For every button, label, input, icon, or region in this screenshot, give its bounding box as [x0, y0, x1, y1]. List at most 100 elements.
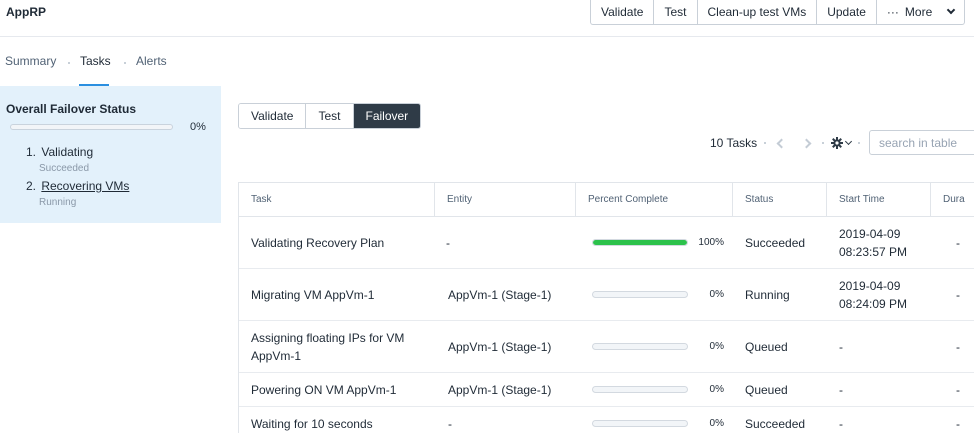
start-time-cell: - [839, 416, 843, 431]
column-header-entity[interactable]: Entity [434, 183, 575, 216]
percent-cell: 0% [580, 269, 737, 320]
step-status: Succeeded [39, 163, 90, 174]
status-cell: Succeeded [745, 235, 806, 250]
row-progress-percent: 100% [698, 236, 724, 248]
tab-alerts[interactable]: Alerts [136, 54, 167, 68]
tasks-table: Task Entity Percent Complete Status Star… [238, 182, 974, 433]
duration-cell: - [956, 382, 960, 397]
cleanup-test-vms-button[interactable]: Clean-up test VMs [698, 0, 818, 24]
column-header-task[interactable]: Task [239, 183, 434, 216]
column-header-start-time[interactable]: Start Time [826, 183, 930, 216]
task-cell: Powering ON VM AppVm-1 [251, 382, 397, 397]
percent-cell: 100% [580, 217, 737, 268]
chevron-left-icon[interactable] [773, 136, 787, 150]
start-date: 2019-04-09 [839, 226, 901, 241]
test-button[interactable]: Test [654, 0, 698, 24]
separator-dot [822, 142, 825, 144]
step-recovering-vms: 2. Recovering VMs [26, 179, 129, 193]
app-title: AppRP [6, 5, 46, 19]
row-progress-percent: 0% [709, 383, 724, 395]
duration-cell: - [956, 339, 960, 354]
row-progress-bar [592, 386, 688, 393]
table-header: Task Entity Percent Complete Status Star… [239, 183, 974, 217]
status-cell: Queued [745, 382, 788, 397]
separator-dot [858, 142, 861, 144]
row-progress-fill [593, 240, 687, 245]
more-label: More [904, 5, 933, 19]
row-progress-bar [592, 420, 688, 427]
status-cell: Queued [745, 339, 788, 354]
task-cell: Waiting for 10 seconds [251, 416, 373, 431]
start-time-cell: - [839, 339, 843, 354]
entity-cell: AppVm-1 (Stage-1) [448, 339, 552, 354]
duration-cell: - [956, 287, 960, 302]
entity-cell: - [446, 235, 450, 250]
entity-cell: AppVm-1 (Stage-1) [448, 287, 552, 302]
duration-cell: - [956, 235, 960, 250]
recovering-vms-link[interactable]: Recovering VMs [41, 179, 129, 193]
task-count: 10 Tasks [710, 136, 758, 150]
table-settings-button[interactable] [831, 137, 853, 149]
duration-cell: - [956, 416, 960, 431]
row-progress-percent: 0% [709, 340, 724, 352]
start-time-cell: 2019-04-09 08:23:57 PM [827, 217, 931, 268]
mode-validate-button[interactable]: Validate [239, 104, 307, 128]
table-row[interactable]: Migrating VM AppVm-1 AppVm-1 (Stage-1) 0… [239, 269, 974, 321]
step-number: 1. [26, 145, 37, 159]
start-time: 08:23:57 PM [839, 244, 908, 259]
search-input[interactable] [869, 130, 974, 155]
separator-dot [764, 142, 767, 144]
step-number: 2. [26, 179, 37, 193]
step-status: Running [39, 197, 77, 208]
status-cell: Succeeded [745, 416, 806, 431]
more-button[interactable]: ··· More [877, 0, 964, 24]
more-dots-icon: ··· [886, 5, 899, 19]
row-progress-bar [592, 239, 688, 246]
tab-separator [124, 62, 126, 64]
row-progress-bar [592, 291, 688, 298]
tab-separator [68, 62, 70, 64]
start-date: 2019-04-09 [839, 278, 901, 293]
task-cell: Migrating VM AppVm-1 [251, 287, 375, 302]
chevron-right-icon[interactable] [801, 136, 815, 150]
table-row[interactable]: Assigning floating IPs for VM AppVm-1 Ap… [239, 321, 974, 373]
gear-icon [831, 137, 844, 149]
start-time: 08:24:09 PM [839, 296, 908, 311]
task-cell: Validating Recovery Plan [251, 235, 385, 250]
start-time-cell: - [839, 382, 843, 397]
overall-progress-bar [10, 124, 173, 130]
column-header-percent-complete[interactable]: Percent Complete [575, 183, 732, 216]
entity-cell: - [448, 416, 452, 431]
row-progress-percent: 0% [709, 288, 724, 300]
chevron-down-icon [947, 5, 956, 15]
entity-cell: AppVm-1 (Stage-1) [448, 382, 552, 397]
table-toolbar: 10 Tasks [710, 130, 867, 156]
update-button[interactable]: Update [817, 0, 877, 24]
start-time-cell: 2019-04-09 08:24:09 PM [827, 269, 931, 320]
row-progress-bar [592, 343, 688, 350]
step-validating: 1. Validating [26, 145, 93, 159]
chevron-down-icon [845, 137, 853, 146]
top-bar: AppRP Validate Test Clean-up test VMs Up… [0, 0, 974, 37]
mode-test-button[interactable]: Test [306, 104, 354, 128]
failover-status-panel: Overall Failover Status 0% 1. Validating… [0, 86, 221, 223]
failover-status-title: Overall Failover Status [6, 102, 137, 116]
row-progress-percent: 0% [709, 417, 724, 429]
column-header-status[interactable]: Status [732, 183, 826, 216]
percent-cell: 0% [580, 407, 737, 433]
overall-progress-percent: 0% [190, 121, 206, 133]
tab-summary[interactable]: Summary [5, 54, 56, 68]
mode-failover-button[interactable]: Failover [353, 104, 421, 128]
tab-tasks[interactable]: Tasks [80, 54, 111, 68]
table-row[interactable]: Powering ON VM AppVm-1 AppVm-1 (Stage-1)… [239, 373, 974, 407]
action-button-group: Validate Test Clean-up test VMs Update ·… [590, 0, 966, 25]
mode-segmented-control: Validate Test Failover [238, 103, 422, 129]
table-row[interactable]: Waiting for 10 seconds - 0% Succeeded - … [239, 407, 974, 433]
percent-cell: 0% [580, 373, 737, 406]
tab-bar: Summary Tasks Alerts [0, 37, 974, 86]
column-header-duration[interactable]: Dura [930, 183, 974, 216]
table-row[interactable]: Validating Recovery Plan - 100% Succeede… [239, 217, 974, 269]
validate-button[interactable]: Validate [591, 0, 655, 24]
step-label: Validating [41, 145, 94, 159]
status-cell: Running [745, 287, 790, 302]
